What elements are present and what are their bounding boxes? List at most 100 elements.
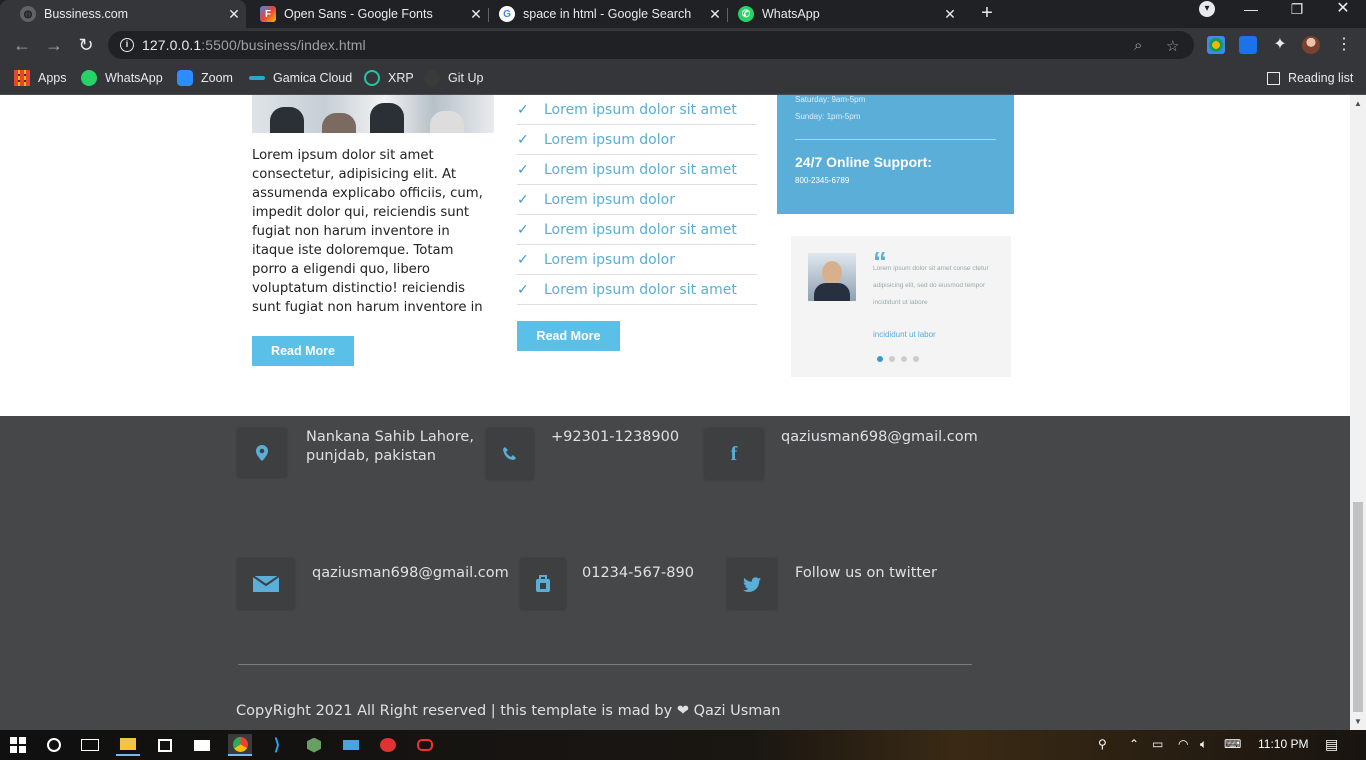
keyboard-icon[interactable]: ⌨	[1224, 737, 1241, 751]
person-silhouette	[270, 107, 304, 133]
slider-dot[interactable]	[889, 356, 895, 362]
vscode-icon[interactable]: ⟩	[265, 734, 289, 756]
location-pin-icon	[238, 429, 286, 477]
close-tab-icon[interactable]: ✕	[464, 6, 488, 23]
scroll-down-icon[interactable]: ▼	[1354, 717, 1362, 726]
extension-icon[interactable]	[1207, 36, 1225, 54]
chevron-up-icon[interactable]: ⌃	[1129, 737, 1139, 751]
scroll-up-icon[interactable]: ▲	[1354, 99, 1362, 108]
extensions-puzzle-icon[interactable]: ✦	[1268, 34, 1292, 56]
xrp-icon	[364, 70, 380, 86]
tab-google-fonts[interactable]: F Open Sans - Google Fonts ✕	[246, 0, 488, 28]
footer-email[interactable]: qaziusman698@gmail.com	[312, 564, 509, 583]
apps-grid-icon	[14, 70, 30, 86]
twitter-icon[interactable]	[728, 559, 776, 609]
zoom-icon[interactable]: ⌕	[1134, 37, 1142, 54]
check-icon: ✓	[517, 281, 529, 298]
globe-icon: ◍	[20, 6, 36, 22]
chrome-taskbar-icon[interactable]	[228, 734, 252, 756]
chevron-down-icon: ▾	[1199, 1, 1215, 17]
bookmarks-bar: Apps WhatsApp Zoom Gamica Cloud XRP Git …	[0, 62, 1366, 95]
app-icon[interactable]	[413, 734, 437, 756]
nodejs-icon[interactable]	[302, 734, 326, 756]
task-view-icon[interactable]	[78, 734, 102, 756]
wifi-icon[interactable]: ◠	[1178, 737, 1188, 751]
clock[interactable]: 11:10 PM	[1258, 737, 1308, 751]
read-more-button[interactable]: Read More	[252, 336, 354, 366]
footer-facebook-email[interactable]: qaziusman698@gmail.com	[781, 428, 978, 447]
bookmark-label: Zoom	[201, 71, 233, 85]
testimonial-author: incididunt ut labor	[873, 330, 936, 339]
person-silhouette	[370, 103, 404, 133]
profile-avatar[interactable]	[1302, 36, 1320, 54]
copyright-text: CopyRight 2021 All Right reserved | this…	[236, 703, 781, 719]
slider-dot[interactable]	[913, 356, 919, 362]
mobile-icon	[521, 559, 565, 609]
bookmark-gamica-cloud[interactable]: Gamica Cloud	[249, 68, 352, 88]
slider-dot[interactable]	[901, 356, 907, 362]
close-tab-icon[interactable]: ✕	[222, 6, 246, 23]
notification-icon[interactable]: ▤	[1325, 736, 1338, 753]
keyboard-app-icon[interactable]	[339, 734, 363, 756]
tab-title: space in html - Google Search	[523, 7, 692, 21]
check-icon: ✓	[517, 131, 529, 148]
file-explorer-icon[interactable]	[116, 734, 140, 756]
windows-start-icon[interactable]	[6, 734, 30, 756]
restore-button[interactable]: ❐	[1274, 0, 1320, 28]
tab-google-search[interactable]: G space in html - Google Search ✕	[489, 0, 727, 28]
person-silhouette	[322, 113, 356, 133]
web-page: Lorem ipsum dolor sit amet consectetur, …	[0, 95, 1350, 730]
check-icon: ✓	[517, 101, 529, 118]
read-more-button[interactable]: Read More	[517, 321, 620, 351]
bookmark-zoom[interactable]: Zoom	[177, 68, 233, 88]
list-item: ✓ Lorem ipsum dolor sit amet	[517, 275, 757, 305]
volume-icon[interactable]: 🔈︎	[1200, 737, 1207, 752]
back-button[interactable]: ←	[10, 34, 34, 56]
testimonial-text: Lorem ipsum dolor sit amet conse ctetur …	[873, 265, 989, 306]
url-text: 127.0.0.1:5500/business/index.html	[142, 37, 366, 53]
app-icon[interactable]	[376, 734, 400, 756]
battery-icon[interactable]: ▭	[1152, 737, 1163, 751]
zoom-icon	[177, 70, 193, 86]
person-silhouette	[430, 111, 464, 133]
address-bar[interactable]: i 127.0.0.1:5500/business/index.html ⌕ ☆	[108, 31, 1194, 59]
github-icon	[424, 70, 440, 86]
tab-search-button[interactable]: ▾	[1184, 0, 1230, 28]
minimize-button[interactable]: —	[1228, 0, 1274, 28]
support-phone: 800-2345-6789	[795, 176, 850, 185]
menu-kebab-icon[interactable]: ⋮	[1332, 34, 1356, 56]
new-tab-button[interactable]: +	[977, 0, 997, 28]
reload-button[interactable]: ↻	[74, 34, 98, 56]
bookmark-xrp[interactable]: XRP	[364, 68, 414, 88]
close-tab-icon[interactable]: ✕	[938, 6, 962, 23]
bookmark-label: Git Up	[448, 71, 484, 85]
extension-blue-icon[interactable]	[1239, 36, 1257, 54]
close-window-button[interactable]: ✕	[1320, 0, 1366, 28]
tab-bussiness[interactable]: ◍ Bussiness.com ✕	[0, 0, 246, 28]
scrollbar-thumb[interactable]	[1353, 502, 1363, 712]
footer-twitter-link[interactable]: Follow us on twitter	[795, 564, 937, 583]
check-icon: ✓	[517, 161, 529, 178]
store-icon[interactable]	[153, 734, 177, 756]
people-icon[interactable]: ⚲	[1098, 737, 1107, 751]
bookmark-apps[interactable]: Apps	[14, 68, 67, 88]
bookmark-star-icon[interactable]: ☆	[1166, 37, 1179, 55]
whatsapp-icon	[81, 70, 97, 86]
site-info-icon[interactable]: i	[120, 38, 134, 52]
bookmark-git-up[interactable]: Git Up	[424, 68, 483, 88]
slider-dot[interactable]	[877, 356, 883, 362]
phone-icon	[487, 429, 533, 479]
bookmark-whatsapp[interactable]: WhatsApp	[81, 68, 163, 88]
page-scrollbar[interactable]: ▲ ▼	[1350, 95, 1366, 730]
gamica-icon	[249, 76, 265, 80]
forward-button[interactable]: →	[42, 34, 66, 56]
mail-icon[interactable]	[190, 734, 214, 756]
footer-phone: +92301-1238900	[551, 429, 680, 445]
divider	[795, 139, 996, 140]
facebook-icon[interactable]: f	[705, 429, 763, 479]
close-tab-icon[interactable]: ✕	[703, 6, 727, 23]
tab-whatsapp[interactable]: ✆ WhatsApp ✕	[728, 0, 962, 28]
reading-list-button[interactable]: Reading list	[1267, 68, 1353, 88]
tab-title: Bussiness.com	[44, 7, 129, 21]
search-circle-icon[interactable]	[42, 734, 66, 756]
